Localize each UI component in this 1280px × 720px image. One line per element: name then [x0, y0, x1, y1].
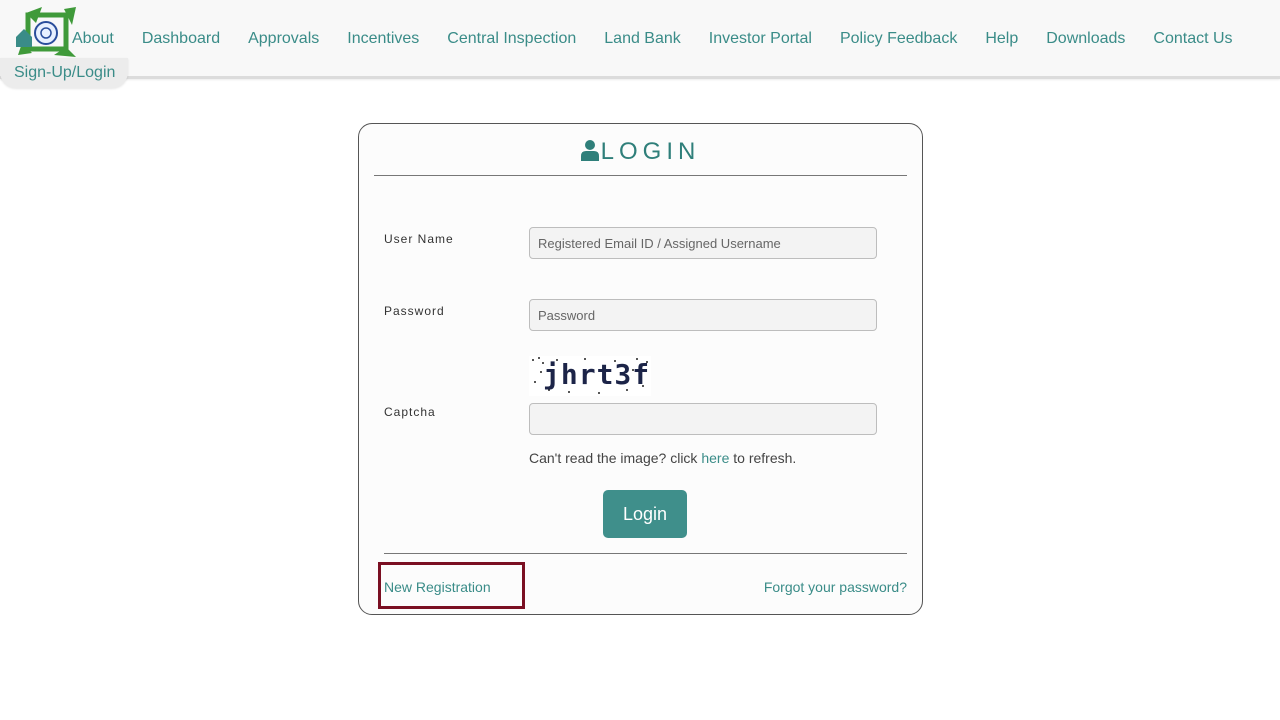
nav-dashboard[interactable]: Dashboard — [142, 29, 220, 49]
nav-policy-feedback[interactable]: Policy Feedback — [840, 29, 957, 49]
title-divider — [374, 175, 907, 176]
logo[interactable] — [14, 3, 78, 57]
nav-approvals[interactable]: Approvals — [248, 29, 319, 49]
nav-about[interactable]: About — [72, 29, 114, 49]
captcha-text: jhrt3f — [543, 358, 651, 391]
password-input[interactable] — [529, 299, 877, 331]
refresh-suffix: to refresh. — [733, 450, 797, 466]
login-button[interactable]: Login — [603, 490, 687, 538]
login-title: LOGIN — [359, 138, 922, 168]
captcha-refresh-hint: Can't read the image? click here to refr… — [529, 450, 796, 466]
nav-downloads[interactable]: Downloads — [1046, 29, 1125, 49]
refresh-prefix: Can't read the image? click — [529, 450, 698, 466]
nav-contact-us[interactable]: Contact Us — [1153, 29, 1232, 49]
jharkhand-emblem-logo — [16, 7, 76, 57]
captcha-image: jhrt3f — [529, 356, 651, 396]
username-label: User Name — [384, 232, 454, 246]
nav-land-bank[interactable]: Land Bank — [604, 29, 681, 49]
username-input[interactable] — [529, 227, 877, 259]
login-card: LOGIN User Name Password jhrt3f Captcha … — [358, 123, 923, 615]
user-icon — [580, 139, 599, 168]
captcha-input[interactable] — [529, 403, 877, 435]
new-registration-link[interactable]: New Registration — [384, 579, 491, 595]
main-nav: About Dashboard Approvals Incentives Cen… — [72, 29, 1261, 49]
nav-help[interactable]: Help — [985, 29, 1018, 49]
signup-login-link[interactable]: Sign-Up/Login — [0, 58, 128, 88]
captcha-refresh-link[interactable]: here — [701, 450, 729, 466]
nav-incentives[interactable]: Incentives — [347, 29, 419, 49]
bottom-divider — [384, 553, 907, 554]
nav-investor-portal[interactable]: Investor Portal — [709, 29, 812, 49]
forgot-password-link[interactable]: Forgot your password? — [764, 579, 907, 595]
nav-central-inspection[interactable]: Central Inspection — [447, 29, 576, 49]
top-navigation-bar: About Dashboard Approvals Incentives Cen… — [0, 0, 1280, 79]
password-label: Password — [384, 304, 445, 318]
login-title-text: LOGIN — [600, 138, 701, 165]
captcha-label: Captcha — [384, 405, 436, 419]
